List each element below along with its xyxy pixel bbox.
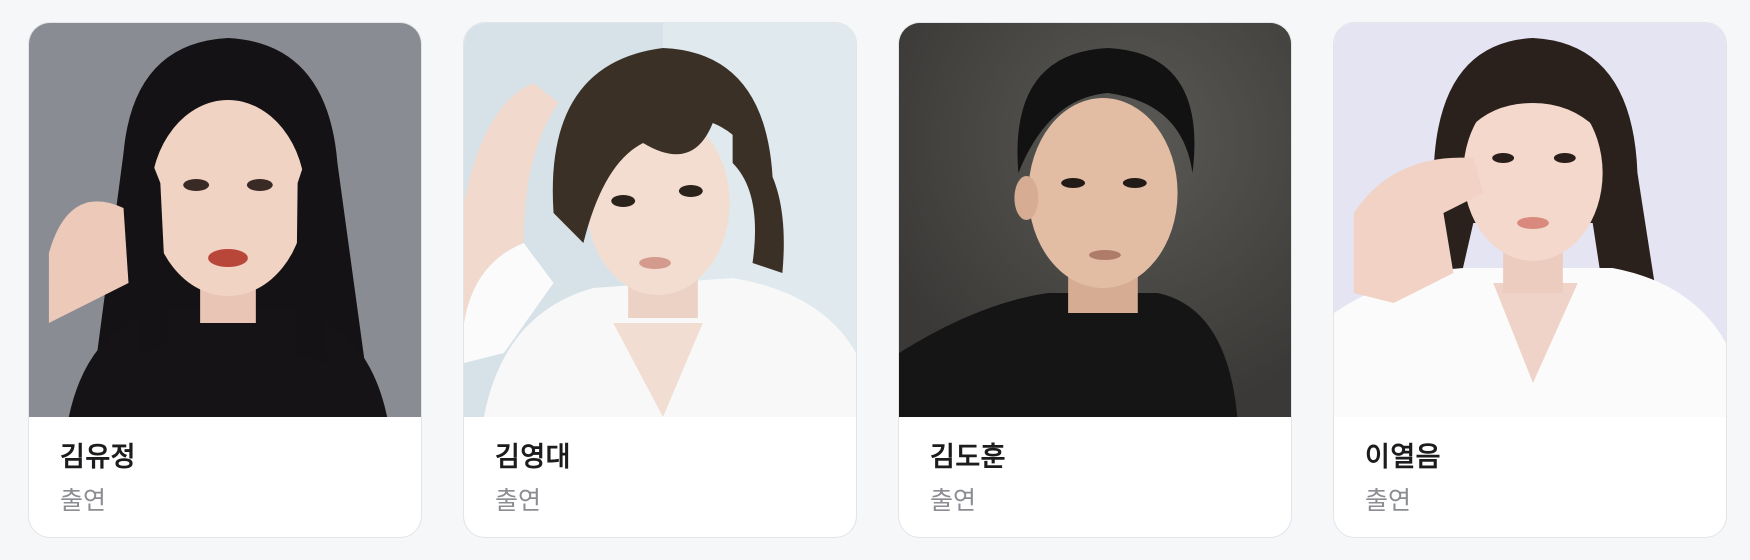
cast-name: 김영대 bbox=[495, 442, 572, 473]
cast-card-kim-young-dae[interactable]: 김영대 출연 bbox=[463, 22, 857, 538]
cast-name: 김도훈 bbox=[930, 442, 1007, 473]
cast-role: 출연 bbox=[60, 486, 107, 515]
cast-name: 이열음 bbox=[1365, 442, 1442, 473]
cast-role: 출연 bbox=[930, 486, 977, 515]
cast-list: 김유정 출연 김영대 출연 김도훈 출연 이열음 출연 bbox=[28, 22, 1728, 538]
cast-card-lee-yeol-eum[interactable]: 이열음 출연 bbox=[1333, 22, 1727, 538]
cast-photo bbox=[1334, 23, 1726, 417]
cast-name: 김유정 bbox=[60, 442, 137, 473]
cast-photo bbox=[899, 23, 1291, 417]
cast-role: 출연 bbox=[1365, 486, 1412, 515]
cast-photo bbox=[464, 23, 856, 417]
cast-photo bbox=[29, 23, 421, 417]
cast-card-kim-do-hoon[interactable]: 김도훈 출연 bbox=[898, 22, 1292, 538]
cast-role: 출연 bbox=[495, 486, 542, 515]
cast-card-kim-yoo-jung[interactable]: 김유정 출연 bbox=[28, 22, 422, 538]
